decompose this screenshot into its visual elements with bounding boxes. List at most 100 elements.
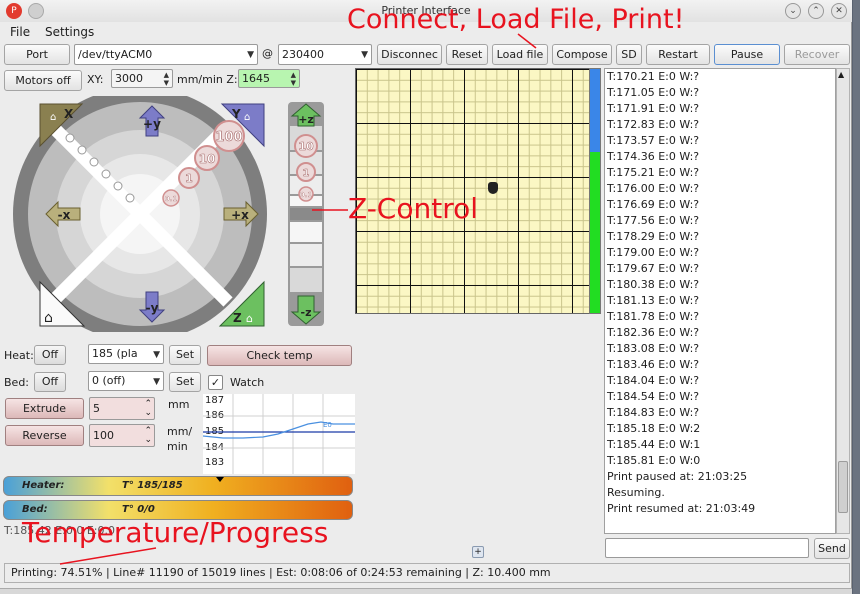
extrude-speed-unit-1: mm/ <box>167 425 193 438</box>
chevron-down-icon: ▼ <box>247 50 254 60</box>
home-z-text: Z <box>233 311 242 325</box>
plus-x-text: +x <box>231 208 249 222</box>
z-jog-control[interactable]: +z 10 1 0.1 -z <box>286 102 326 328</box>
console-line: T:185.81 E:0 W:0 <box>607 454 701 467</box>
console-line: T:185.44 E:0 W:1 <box>607 438 701 451</box>
scrollbar-thumb[interactable] <box>838 461 848 513</box>
reset-button[interactable]: Reset <box>446 44 488 65</box>
z-step-01[interactable]: 0.1 <box>298 186 314 202</box>
watch-label: Watch <box>230 376 265 389</box>
console-log[interactable]: T:170.21 E:0 W:? T:171.05 E:0 W:? T:171.91… <box>604 68 836 534</box>
heater-gauge-label: Heater: <box>22 480 65 491</box>
plus-y-text: +y <box>143 117 161 131</box>
extrude-speed-value: 100 <box>93 429 114 442</box>
pause-button[interactable]: Pause <box>714 44 780 65</box>
z-step-10[interactable]: 10 <box>294 134 318 158</box>
step-1-text: 1 <box>185 172 193 185</box>
console-scrollbar[interactable]: ▲ <box>836 68 850 534</box>
maximize-icon[interactable]: ⌃ <box>808 3 824 19</box>
console-line: T:182.36 E:0 W:? <box>607 326 700 339</box>
heater-gauge: Heater: T° 185/185 <box>3 476 353 496</box>
xy-speed-field[interactable]: 3000 ▲ ▼ <box>111 69 173 88</box>
z-speed-field[interactable]: 1645 ▲ ▼ <box>238 69 300 88</box>
extrude-amount-value: 5 <box>93 402 100 415</box>
console-line: T:172.83 E:0 W:? <box>607 118 700 131</box>
step-badge-100[interactable]: 100 <box>213 120 245 152</box>
restart-button[interactable]: Restart <box>646 44 710 65</box>
z-step-10-text: 10 <box>298 140 314 153</box>
scroll-up-icon[interactable]: ▲ <box>838 70 844 79</box>
temperature-graph-plot: E0 <box>203 394 355 474</box>
xy-jog-control[interactable]: 100 10 1 0.1 ⌂ X Y ⌂ ⌂ Z ⌂ +y -y -x +x <box>0 96 290 332</box>
console-line: Resuming. <box>607 486 665 499</box>
progress-done <box>590 152 600 313</box>
step-100-text: 100 <box>215 130 242 145</box>
heat-set-button[interactable]: Set <box>169 345 201 365</box>
step-badge-10[interactable]: 10 <box>194 145 220 171</box>
bed-set-button[interactable]: Set <box>169 372 201 392</box>
motors-off-button[interactable]: Motors off <box>4 70 82 91</box>
console-line: T:176.69 E:0 W:? <box>607 198 700 211</box>
port-button[interactable]: Port <box>4 44 70 65</box>
z-speed-value: 1645 <box>242 72 270 85</box>
disconnect-button[interactable]: Disconnec <box>377 44 442 65</box>
bed-gauge-label: Bed: <box>22 504 48 515</box>
step-badge-01[interactable]: 0.1 <box>162 189 180 207</box>
home-y-text: Y <box>231 107 241 121</box>
menu-settings[interactable]: Settings <box>45 25 94 39</box>
reverse-button[interactable]: Reverse <box>5 425 84 446</box>
console-line: T:178.29 E:0 W:? <box>607 230 700 243</box>
step-badge-1[interactable]: 1 <box>178 167 200 189</box>
extrude-button[interactable]: Extrude <box>5 398 84 419</box>
heat-temp-select[interactable]: 185 (pla ▼ <box>88 344 164 364</box>
spin-arrows-icon: ▲ ▼ <box>290 71 296 87</box>
console-line: T:183.08 E:0 W:? <box>607 342 700 355</box>
temperature-graph: 187 186 185 184 183 E0 <box>203 394 355 474</box>
bed-off-button[interactable]: Off <box>34 372 66 392</box>
menu-file[interactable]: File <box>10 25 30 39</box>
heater-gauge-value: T° 185/185 <box>122 480 183 491</box>
watch-checkbox[interactable]: ✓ <box>208 375 223 390</box>
sd-button[interactable]: SD <box>616 44 642 65</box>
minimize-icon[interactable]: ⌄ <box>785 3 801 19</box>
bed-temp-select[interactable]: 0 (off) ▼ <box>88 371 164 391</box>
step-01-text: 0.1 <box>165 195 178 203</box>
z-step-1[interactable]: 1 <box>296 162 316 182</box>
compose-button[interactable]: Compose <box>552 44 612 65</box>
desktop-edge <box>853 0 860 594</box>
console-line: T:179.00 E:0 W:? <box>607 246 700 259</box>
spin-arrows-icon: ⌃ ⌄ <box>144 399 152 418</box>
console-line: T:179.67 E:0 W:? <box>607 262 700 275</box>
console-line: T:184.83 E:0 W:? <box>607 406 700 419</box>
home-icon: ⌂ <box>44 310 53 326</box>
home-icon: ⌂ <box>244 112 250 123</box>
z-step-1-text: 1 <box>303 168 310 179</box>
xy-speed-value: 3000 <box>115 72 143 85</box>
check-temp-button[interactable]: Check temp <box>207 345 352 366</box>
send-button[interactable]: Send <box>814 538 850 559</box>
console-line: T:171.05 E:0 W:? <box>607 86 700 99</box>
bed-label: Bed: <box>4 376 30 389</box>
extrude-amount-field[interactable]: 5 ⌃ ⌄ <box>89 397 155 420</box>
extrude-speed-field[interactable]: 100 ⌃ ⌄ <box>89 424 155 447</box>
chevron-down-icon: ▼ <box>361 50 368 60</box>
close-icon[interactable]: ✕ <box>831 3 847 19</box>
home-icon: ⌂ <box>50 112 56 123</box>
heat-off-button[interactable]: Off <box>34 345 66 365</box>
console-line: Print paused at: 21:03:25 <box>607 470 748 483</box>
console-line: T:173.57 E:0 W:? <box>607 134 700 147</box>
recover-button[interactable]: Recover <box>784 44 850 65</box>
port-select[interactable]: /dev/ttyACM0 ▼ <box>74 44 258 65</box>
console-line: T:184.54 E:0 W:? <box>607 390 700 403</box>
print-bed-view[interactable] <box>355 68 601 314</box>
expand-icon[interactable]: + <box>472 546 484 558</box>
at-label: @ <box>262 47 273 60</box>
step-10-text: 10 <box>199 152 216 166</box>
heater-target-marker <box>216 477 224 482</box>
baud-select[interactable]: 230400 ▼ <box>278 44 372 65</box>
heat-label: Heat: <box>4 349 34 362</box>
bed-gauge-value: T° 0/0 <box>122 504 155 515</box>
xy-label: XY: <box>87 73 104 86</box>
command-input[interactable] <box>605 538 809 558</box>
layer-progress-bar <box>589 68 601 314</box>
